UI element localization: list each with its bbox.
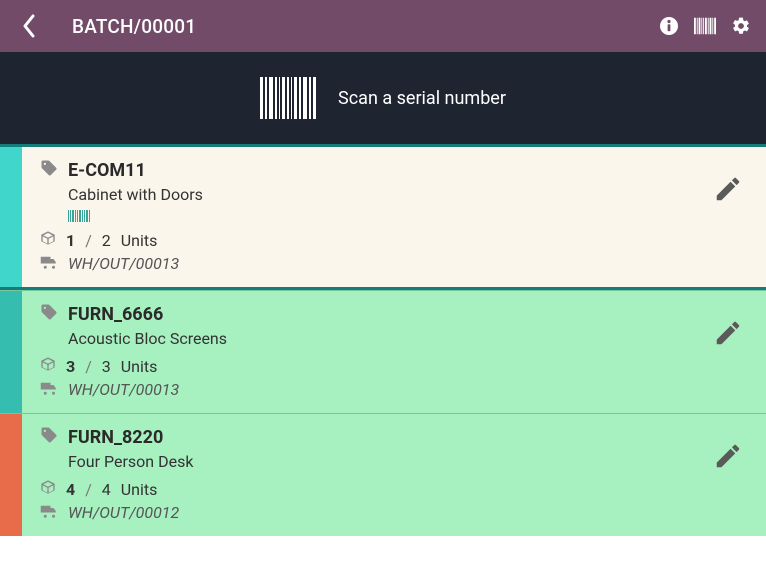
gear-icon xyxy=(731,16,751,36)
product-sku: FURN_6666 xyxy=(68,304,163,325)
picking-name: WH/OUT/00013 xyxy=(68,380,179,399)
operation-line[interactable]: FURN_8220 Four Person Desk 4 / 4 Units W… xyxy=(0,413,766,536)
picking-name: WH/OUT/00012 xyxy=(68,503,179,522)
info-button[interactable] xyxy=(658,15,680,37)
operation-card: E-COM11 Cabinet with Doors 1 / xyxy=(22,147,766,287)
qty-separator: / xyxy=(85,231,92,250)
product-sku: FURN_8220 xyxy=(68,427,163,448)
qty-done: 1 xyxy=(66,231,75,250)
operation-card: FURN_6666 Acoustic Bloc Screens 3 / 3 Un… xyxy=(22,291,766,413)
truck-icon xyxy=(40,254,58,273)
qty-done: 3 xyxy=(66,357,75,376)
edit-line-button[interactable] xyxy=(708,436,748,476)
qty-separator: / xyxy=(85,357,92,376)
product-name: Four Person Desk xyxy=(68,452,748,471)
qty-demand: 2 xyxy=(102,231,111,250)
tag-icon xyxy=(40,426,58,448)
product-name: Cabinet with Doors xyxy=(68,185,748,204)
mini-barcode-icon xyxy=(68,210,748,222)
qty-separator: / xyxy=(85,480,92,499)
back-button[interactable] xyxy=(14,14,44,38)
edit-line-button[interactable] xyxy=(708,313,748,353)
status-rail xyxy=(0,414,22,536)
pencil-icon xyxy=(713,441,743,471)
barcode-icon xyxy=(694,17,716,35)
barcode-button[interactable] xyxy=(694,15,716,37)
settings-button[interactable] xyxy=(730,15,752,37)
scan-prompt-text: Scan a serial number xyxy=(338,88,506,109)
header-actions xyxy=(658,15,752,37)
truck-icon xyxy=(40,380,58,399)
qty-uom: Units xyxy=(121,480,158,499)
info-icon xyxy=(659,16,679,36)
operation-line[interactable]: FURN_6666 Acoustic Bloc Screens 3 / 3 Un… xyxy=(0,290,766,413)
pencil-icon xyxy=(713,174,743,204)
cube-icon xyxy=(40,356,56,376)
cube-icon xyxy=(40,230,56,250)
status-rail xyxy=(0,147,22,287)
operation-line[interactable]: E-COM11 Cabinet with Doors 1 / xyxy=(0,144,766,290)
pencil-icon xyxy=(713,318,743,348)
product-name: Acoustic Bloc Screens xyxy=(68,329,748,348)
edit-line-button[interactable] xyxy=(708,169,748,209)
app-header: BATCH/00001 xyxy=(0,0,766,52)
qty-done: 4 xyxy=(66,480,75,499)
tag-icon xyxy=(40,303,58,325)
chevron-left-icon xyxy=(21,14,37,38)
scan-prompt-bar[interactable]: Scan a serial number xyxy=(0,52,766,144)
qty-uom: Units xyxy=(121,357,158,376)
page-title: BATCH/00001 xyxy=(72,15,658,38)
qty-demand: 3 xyxy=(102,357,111,376)
tag-icon xyxy=(40,159,58,181)
picking-name: WH/OUT/00013 xyxy=(68,254,179,273)
barcode-large-icon xyxy=(260,77,316,119)
product-sku: E-COM11 xyxy=(68,160,146,181)
truck-icon xyxy=(40,503,58,522)
operation-card: FURN_8220 Four Person Desk 4 / 4 Units W… xyxy=(22,414,766,536)
cube-icon xyxy=(40,479,56,499)
status-rail xyxy=(0,291,22,413)
qty-demand: 4 xyxy=(102,480,111,499)
qty-uom: Units xyxy=(121,231,158,250)
